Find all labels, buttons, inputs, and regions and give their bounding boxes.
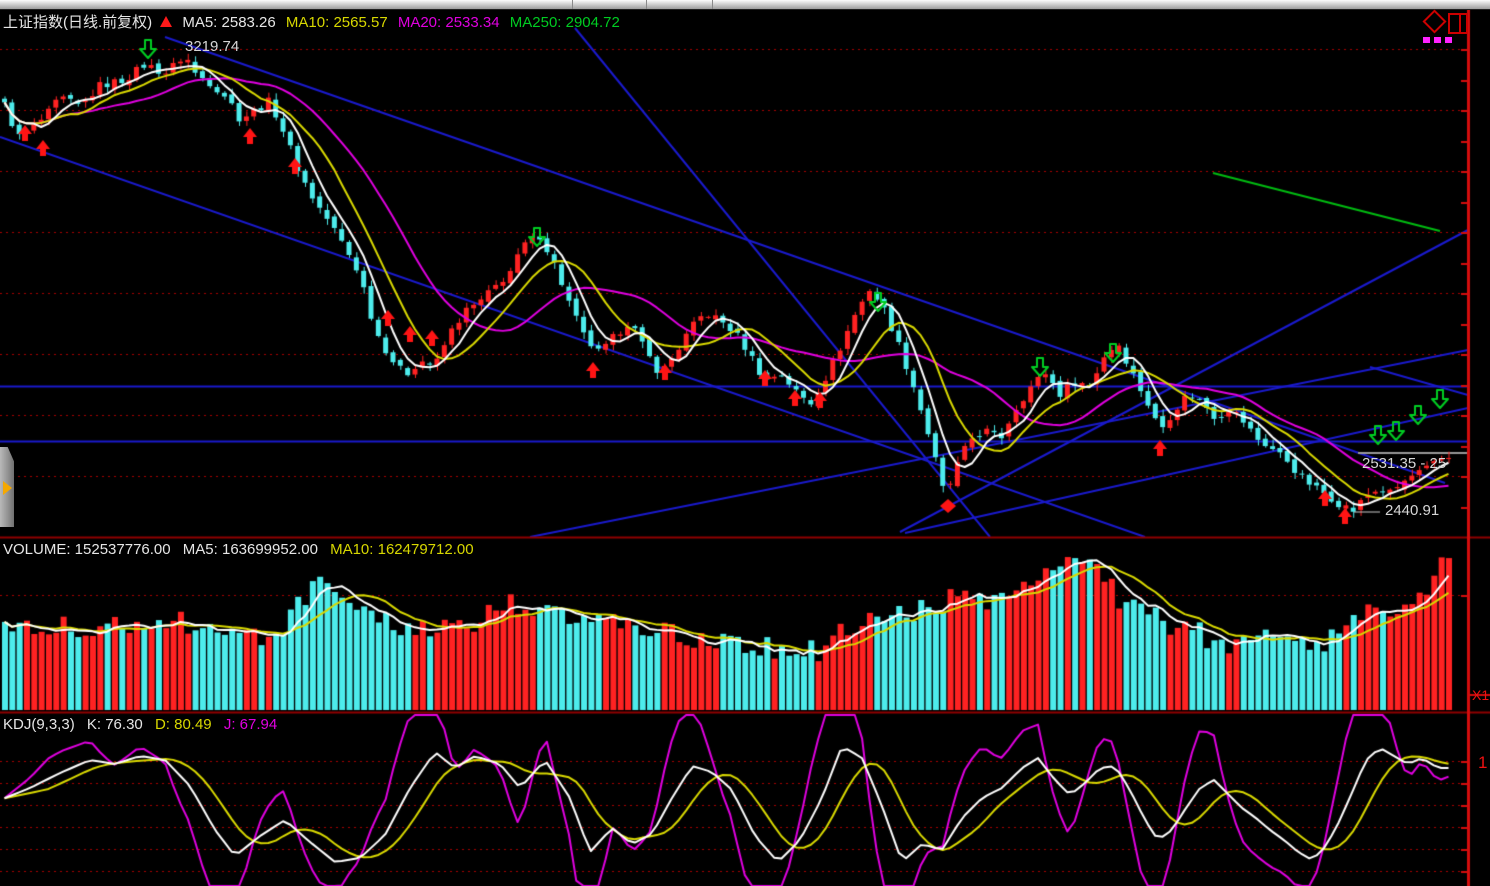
up-arrow-icon [160,16,172,27]
topbar-divider [646,0,647,9]
volume-pane-header: VOLUME: 152537776.00 MA5: 163699952.00 M… [3,541,482,558]
ma10-value: MA10: 2565.57 [286,14,388,31]
right-scale-label: X1 [1472,687,1489,703]
kdj-scale-label: 1 [1478,753,1487,773]
ma5-value: MA5: 2583.26 [182,14,275,31]
symbol-title[interactable]: 上证指数(日线.前复权) [3,14,152,31]
kdj-pane-header: KDJ(9,3,3) K: 76.30 D: 80.49 J: 67.94 [3,716,285,733]
expand-arrow-icon [3,481,12,495]
price-pane-header: 上证指数(日线.前复权) MA5: 2583.26 MA10: 2565.57 … [3,11,626,32]
kdj-name: KDJ(9,3,3) [3,716,75,733]
kdj-k-value: K: 76.30 [87,716,143,733]
window-top-bar [0,0,1490,10]
peak-price-label: 3219.74 [185,38,239,55]
more-options-dots-icon[interactable] [1423,37,1452,43]
volume-ma5-value: MA5: 163699952.00 [183,541,318,558]
volume-value: VOLUME: 152537776.00 [3,541,171,558]
topbar-divider [712,0,713,9]
kdj-j-value: J: 67.94 [224,716,277,733]
sidebar-expand-handle[interactable] [0,447,14,527]
chart-canvas[interactable] [0,0,1490,886]
trading-app-window: 上证指数(日线.前复权) MA5: 2583.26 MA10: 2565.57 … [0,0,1490,886]
ma20-value: MA20: 2533.34 [398,14,500,31]
volume-ma10-value: MA10: 162479712.00 [330,541,473,558]
last-price-label: 2531.35 - 25 [1362,455,1446,472]
orderbook-window-icon[interactable] [1448,13,1468,34]
ma250-value: MA250: 2904.72 [510,14,620,31]
kdj-d-value: D: 80.49 [155,716,212,733]
low-price-label: 2440.91 [1385,502,1439,519]
topbar-divider [572,0,573,9]
